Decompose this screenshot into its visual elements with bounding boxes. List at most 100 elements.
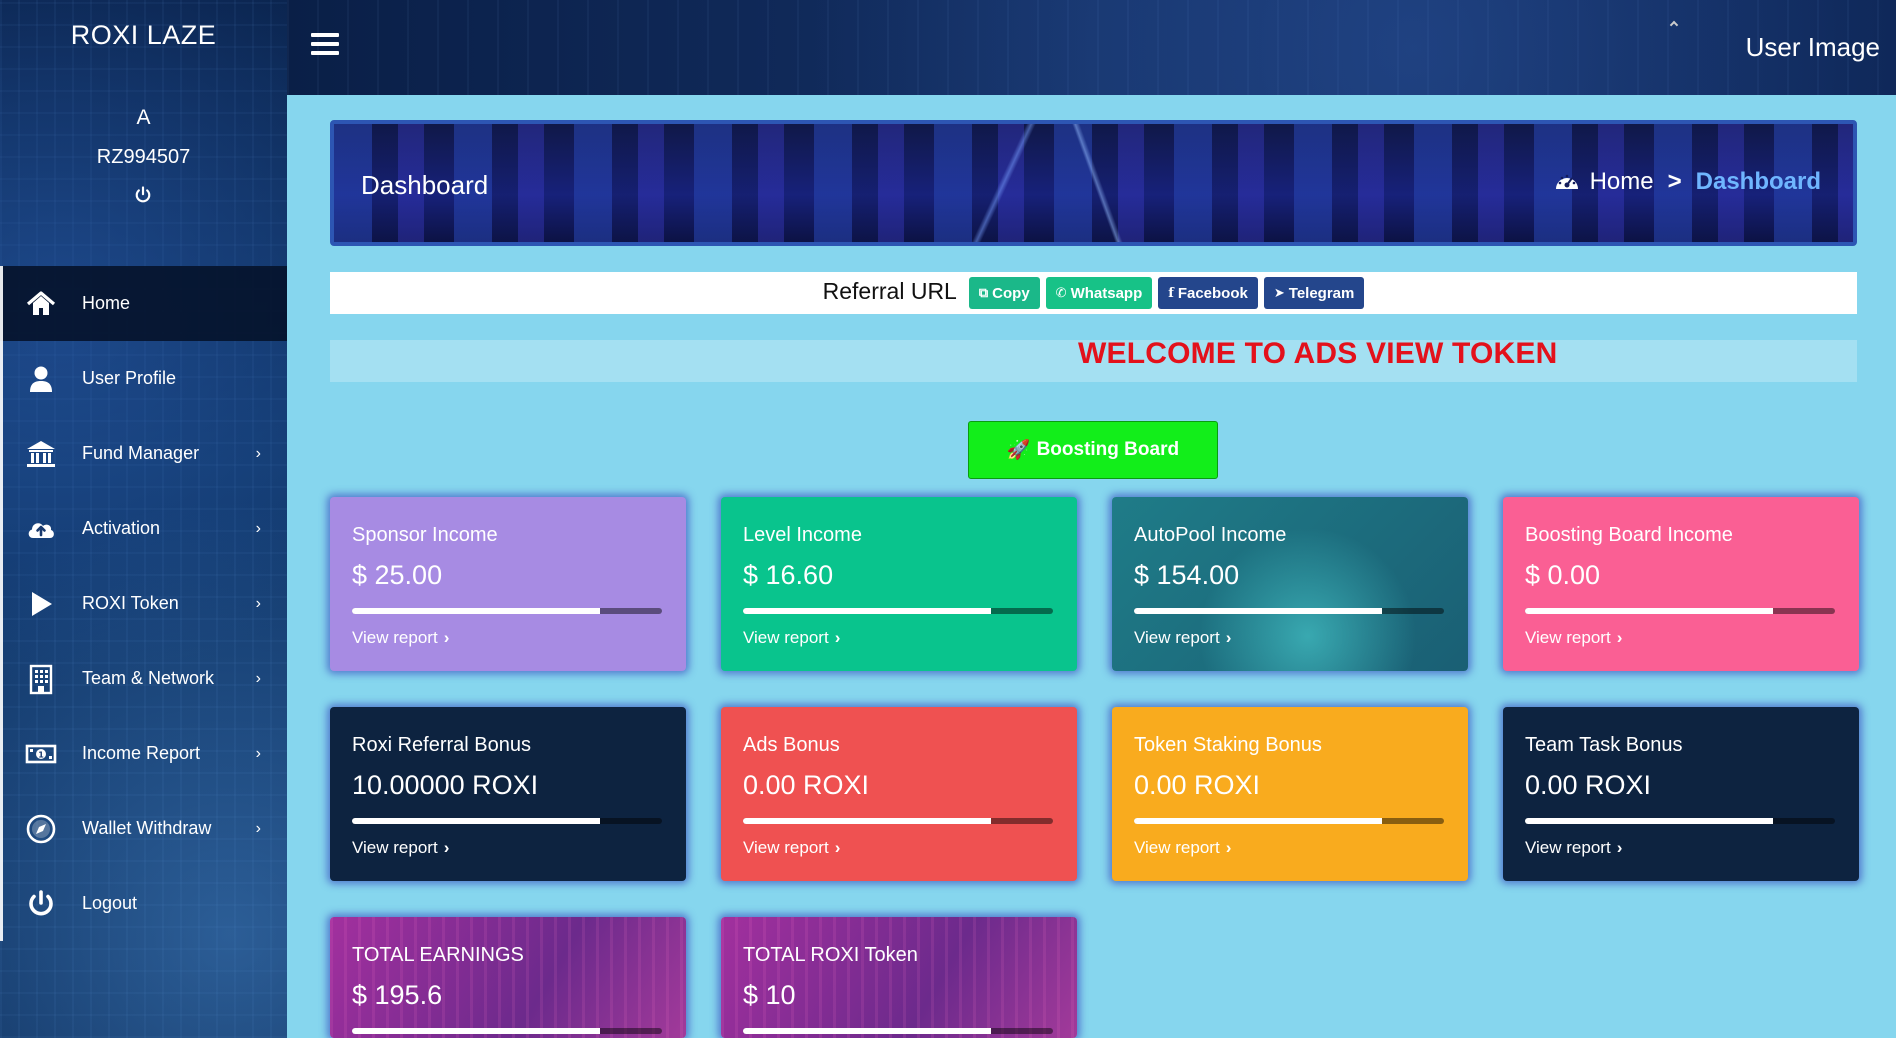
card-title: Token Staking Bonus: [1134, 734, 1322, 756]
sidebar-item-fund-manager[interactable]: Fund Manager ›: [0, 416, 287, 491]
top-navbar: User Image: [287, 0, 1896, 95]
chevron-right-icon: ›: [443, 838, 450, 857]
card-progress: [1134, 608, 1444, 614]
card-title: Roxi Referral Bonus: [352, 734, 531, 756]
menu-toggle-icon[interactable]: [311, 33, 339, 57]
card-value: 10.00000 ROXI: [352, 770, 539, 800]
breadcrumb-home-link[interactable]: Home: [1590, 168, 1654, 196]
card-value: $ 0.00: [1525, 560, 1601, 590]
sidebar-item-label: Income Report: [82, 743, 201, 763]
user-id: RZ994507: [96, 146, 191, 168]
card-progress-fill: [1525, 608, 1773, 614]
sidebar-item-activation[interactable]: Activation ›: [0, 491, 287, 566]
compass-icon: [26, 814, 56, 843]
card-progress: [743, 608, 1053, 614]
view-report-link[interactable]: View report ›: [743, 628, 840, 648]
card-progress-fill: [1525, 818, 1773, 824]
building-icon: [29, 664, 53, 694]
page-header-banner: Dashboard Home > Dashboard: [330, 120, 1857, 246]
view-report-label: View report: [743, 628, 829, 647]
bank-icon: [27, 440, 55, 467]
stat-card-ads-bonus: Ads Bonus 0.00 ROXI View report ›: [721, 707, 1077, 881]
copy-button[interactable]: ⧉ Copy: [968, 277, 1040, 309]
sidebar-item-label: Wallet Withdraw: [82, 818, 212, 838]
card-title: AutoPool Income: [1134, 524, 1287, 546]
power-icon[interactable]: [133, 185, 153, 205]
view-report-link[interactable]: View report ›: [1134, 838, 1231, 858]
card-title: Team Task Bonus: [1525, 734, 1683, 756]
view-report-label: View report: [1525, 628, 1611, 647]
telegram-icon: ➤: [1273, 285, 1285, 300]
user-icon: [30, 366, 52, 392]
whatsapp-button[interactable]: ✆ Whatsapp: [1045, 277, 1153, 309]
brand-name: ROXI LAZE: [70, 20, 217, 50]
stat-card-total-roxi-token: TOTAL ROXI Token $ 10: [721, 917, 1077, 1038]
sidebar-item-user-profile[interactable]: User Profile: [0, 341, 287, 416]
card-title: Level Income: [743, 524, 862, 546]
view-report-label: View report: [1134, 628, 1220, 647]
sidebar-item-label: User Profile: [82, 368, 177, 388]
sidebar-item-home[interactable]: Home: [0, 266, 287, 341]
telegram-button[interactable]: ➤ Telegram: [1263, 277, 1365, 309]
chevron-right-icon: ›: [255, 744, 261, 762]
stat-card-boosting-board-income: Boosting Board Income $ 0.00 View report…: [1503, 497, 1859, 671]
copy-icon: ⧉: [978, 285, 989, 300]
card-value: $ 25.00: [352, 560, 443, 590]
sidebar-item-team-network[interactable]: Team & Network ›: [0, 641, 287, 716]
card-title: TOTAL EARNINGS: [352, 944, 524, 966]
cloud-upload-icon: [28, 522, 54, 538]
whatsapp-button-label: Whatsapp: [1070, 284, 1143, 302]
facebook-button[interactable]: f Facebook: [1158, 277, 1258, 309]
view-report-label: View report: [352, 628, 438, 647]
stat-card-total-earnings: TOTAL EARNINGS $ 195.6: [330, 917, 686, 1038]
view-report-link[interactable]: View report ›: [743, 838, 840, 858]
card-progress: [352, 608, 662, 614]
caret-icon: [1669, 20, 1679, 30]
power-icon: [29, 889, 53, 915]
sidebar-item-label: Activation: [82, 518, 161, 538]
card-progress-fill: [743, 1028, 991, 1034]
card-value: $ 154.00: [1134, 560, 1240, 590]
sidebar-item-roxi-token[interactable]: ROXI Token ›: [0, 566, 287, 641]
stat-card-sponsor-income: Sponsor Income $ 25.00 View report ›: [330, 497, 686, 671]
svg-text:1: 1: [38, 750, 44, 759]
view-report-link[interactable]: View report ›: [352, 628, 449, 648]
dashboard-gauge-icon: [1555, 174, 1578, 189]
view-report-link[interactable]: View report ›: [352, 838, 449, 858]
stat-card-level-income: Level Income $ 16.60 View report ›: [721, 497, 1077, 671]
facebook-icon: f: [1168, 285, 1174, 301]
facebook-button-label: Facebook: [1177, 284, 1248, 302]
chevron-right-icon: ›: [834, 628, 841, 647]
view-report-link[interactable]: View report ›: [1525, 838, 1622, 858]
card-progress: [1525, 818, 1835, 824]
sidebar-item-logout[interactable]: Logout: [0, 866, 287, 941]
sidebar-item-wallet-withdraw[interactable]: Wallet Withdraw ›: [0, 791, 287, 866]
user-image[interactable]: User Image: [1746, 32, 1880, 63]
card-value: $ 10: [743, 980, 796, 1010]
breadcrumb-separator: >: [1667, 168, 1682, 195]
card-progress-fill: [1134, 818, 1382, 824]
card-title: TOTAL ROXI Token: [743, 944, 918, 966]
boosting-board-button[interactable]: 🚀 Boosting Board: [968, 421, 1218, 479]
card-title: Boosting Board Income: [1525, 524, 1733, 546]
chevron-right-icon: ›: [255, 819, 261, 837]
sidebar-item-label: ROXI Token: [82, 593, 179, 613]
view-report-link[interactable]: View report ›: [1525, 628, 1622, 648]
card-progress-fill: [1134, 608, 1382, 614]
chevron-right-icon: ›: [1616, 838, 1623, 857]
card-progress: [1134, 818, 1444, 824]
chevron-right-icon: ›: [1616, 628, 1623, 647]
welcome-heading: WELCOME TO ADS VIEW TOKEN: [1078, 337, 1558, 370]
card-value: 0.00 ROXI: [1134, 770, 1261, 800]
chevron-right-icon: ›: [255, 444, 261, 462]
view-report-link[interactable]: View report ›: [1134, 628, 1231, 648]
chevron-right-icon: ›: [1225, 628, 1232, 647]
home-icon: [26, 290, 56, 315]
card-progress-fill: [743, 818, 991, 824]
sidebar-item-income-report[interactable]: 1 Income Report ›: [0, 716, 287, 791]
card-value: $ 195.6: [352, 980, 443, 1010]
card-progress: [1525, 608, 1835, 614]
whatsapp-icon: ✆: [1055, 285, 1067, 300]
chevron-right-icon: ›: [834, 838, 841, 857]
stat-card-autopool-income: AutoPool Income $ 154.00 View report ›: [1112, 497, 1468, 671]
